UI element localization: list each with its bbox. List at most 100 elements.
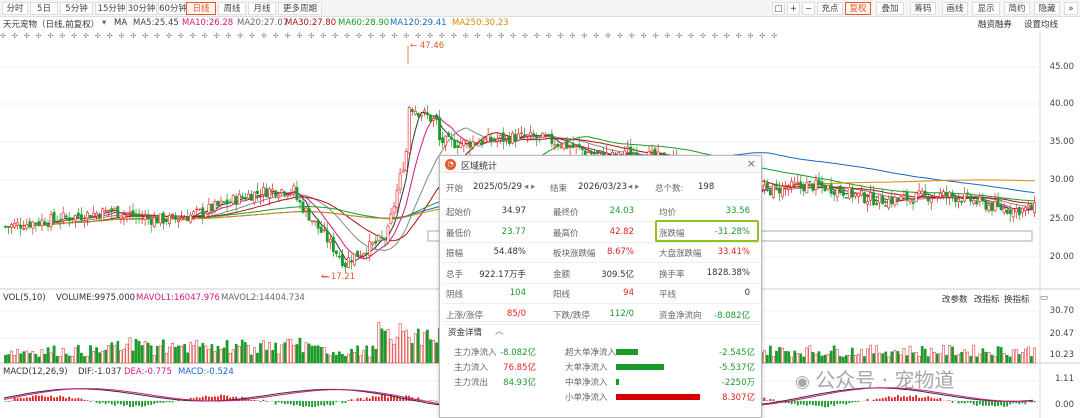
macd-bar (772, 399, 775, 401)
end-prev-next-icon[interactable]: ◂ ▸ (628, 182, 639, 192)
stat-label: 板块涨跌幅 (553, 249, 596, 259)
candle-body (183, 217, 187, 221)
collapse-up-icon[interactable]: ︿ (495, 325, 504, 337)
start-date[interactable]: 2025/05/29 (473, 182, 522, 192)
volume-bar (926, 356, 930, 364)
candle-body (878, 193, 882, 203)
volume-bar (210, 344, 214, 364)
candle-body (450, 137, 454, 140)
macd-bar (969, 401, 972, 404)
collapse-icon[interactable]: ▭ (1040, 293, 1048, 303)
candle-body (881, 195, 885, 205)
volume-bar (887, 356, 891, 364)
wechat-icon: ◉ (795, 372, 816, 392)
candle-body (171, 213, 174, 216)
candle-body (960, 200, 964, 203)
macd-bar (1033, 401, 1036, 403)
candle-body (331, 237, 335, 253)
volume-bar (207, 349, 211, 364)
macd-bar (915, 395, 918, 401)
macd-bar (857, 401, 860, 403)
macd-bar (74, 398, 77, 401)
volume-bar (189, 341, 193, 364)
volume-bar (316, 345, 320, 364)
volume-bar (86, 355, 89, 364)
fund-flow-value: -2.545亿 (719, 348, 755, 358)
stat-label: 最高价 (553, 228, 579, 239)
dialog-titlebar[interactable]: ◔ 区域统计 × (440, 156, 761, 173)
volume-bar (929, 348, 933, 364)
candle-body (826, 184, 830, 190)
count-value: 198 (698, 182, 715, 192)
macd-bar (83, 399, 86, 401)
switch-indicator-button[interactable]: 换指标 (1004, 293, 1030, 305)
candle-body (4, 225, 7, 228)
close-icon[interactable]: × (747, 157, 756, 170)
start-prev-next-icon[interactable]: ◂ ▸ (524, 182, 535, 192)
macd-axis-label: 1.11 (1055, 374, 1074, 384)
candle-body (79, 214, 83, 221)
candle-body (948, 191, 951, 198)
fund-flow-value: 8.307亿 (722, 393, 755, 403)
volume-bar (893, 350, 897, 364)
candle-body (10, 224, 14, 228)
volume-bar (7, 354, 10, 364)
volume-bar (52, 345, 56, 364)
candle-body (599, 150, 602, 153)
macd-bar (769, 399, 772, 401)
volume-bar (171, 342, 174, 364)
candle-body (168, 214, 171, 225)
macd-bar (286, 401, 289, 404)
candle-body (504, 135, 508, 139)
macd-bar (997, 401, 999, 406)
candle-body (152, 217, 156, 227)
dea-value: DEA:-0.775 (124, 367, 172, 377)
macd-bar (918, 397, 921, 401)
stat-value: 23.77 (501, 226, 526, 237)
candle-body (274, 190, 278, 197)
candle-body (805, 182, 809, 194)
candle-body (344, 262, 347, 268)
macd-bar (65, 398, 68, 401)
volume-bar (76, 345, 80, 364)
end-date[interactable]: 2026/03/23 (578, 182, 627, 192)
candle-body (137, 213, 141, 218)
change-param-button[interactable]: 改参数 (942, 293, 968, 305)
candle-body (419, 114, 423, 117)
candle-body (468, 141, 472, 148)
macd-bar (262, 399, 265, 401)
candle-body (559, 146, 563, 148)
volume-bar (429, 339, 432, 364)
candle-body (917, 190, 921, 195)
volume-bar (110, 342, 114, 364)
stat-label: 阴线 (446, 290, 464, 300)
stat-value: 922.17万手 (479, 269, 526, 280)
volume-bar (43, 353, 47, 364)
candle-body (793, 182, 797, 185)
volume-bar (16, 349, 20, 364)
candle-body (231, 195, 235, 204)
macd-bar (110, 401, 113, 405)
candle-body (180, 217, 183, 221)
macd-bar (13, 397, 16, 401)
macd-bar (875, 398, 878, 401)
candle-body (787, 187, 791, 190)
candle-body (413, 110, 417, 115)
macd-bar (921, 397, 924, 401)
candle-body (429, 114, 432, 122)
stat-value: 94 (623, 288, 634, 298)
candle-body (426, 112, 429, 116)
candle-body (547, 134, 551, 136)
volume-bar (987, 352, 991, 364)
candle-body (984, 200, 988, 210)
candle-body (398, 173, 402, 190)
candle-body (483, 138, 487, 143)
volume-bar (374, 348, 378, 364)
macd-bar (362, 399, 365, 401)
candle-body (95, 212, 98, 217)
candle-body (908, 198, 912, 202)
candle-body (969, 195, 973, 202)
volume-bar (844, 355, 848, 364)
candle-body (383, 238, 387, 241)
change-indicator-button[interactable]: 改指标 (974, 293, 1000, 305)
